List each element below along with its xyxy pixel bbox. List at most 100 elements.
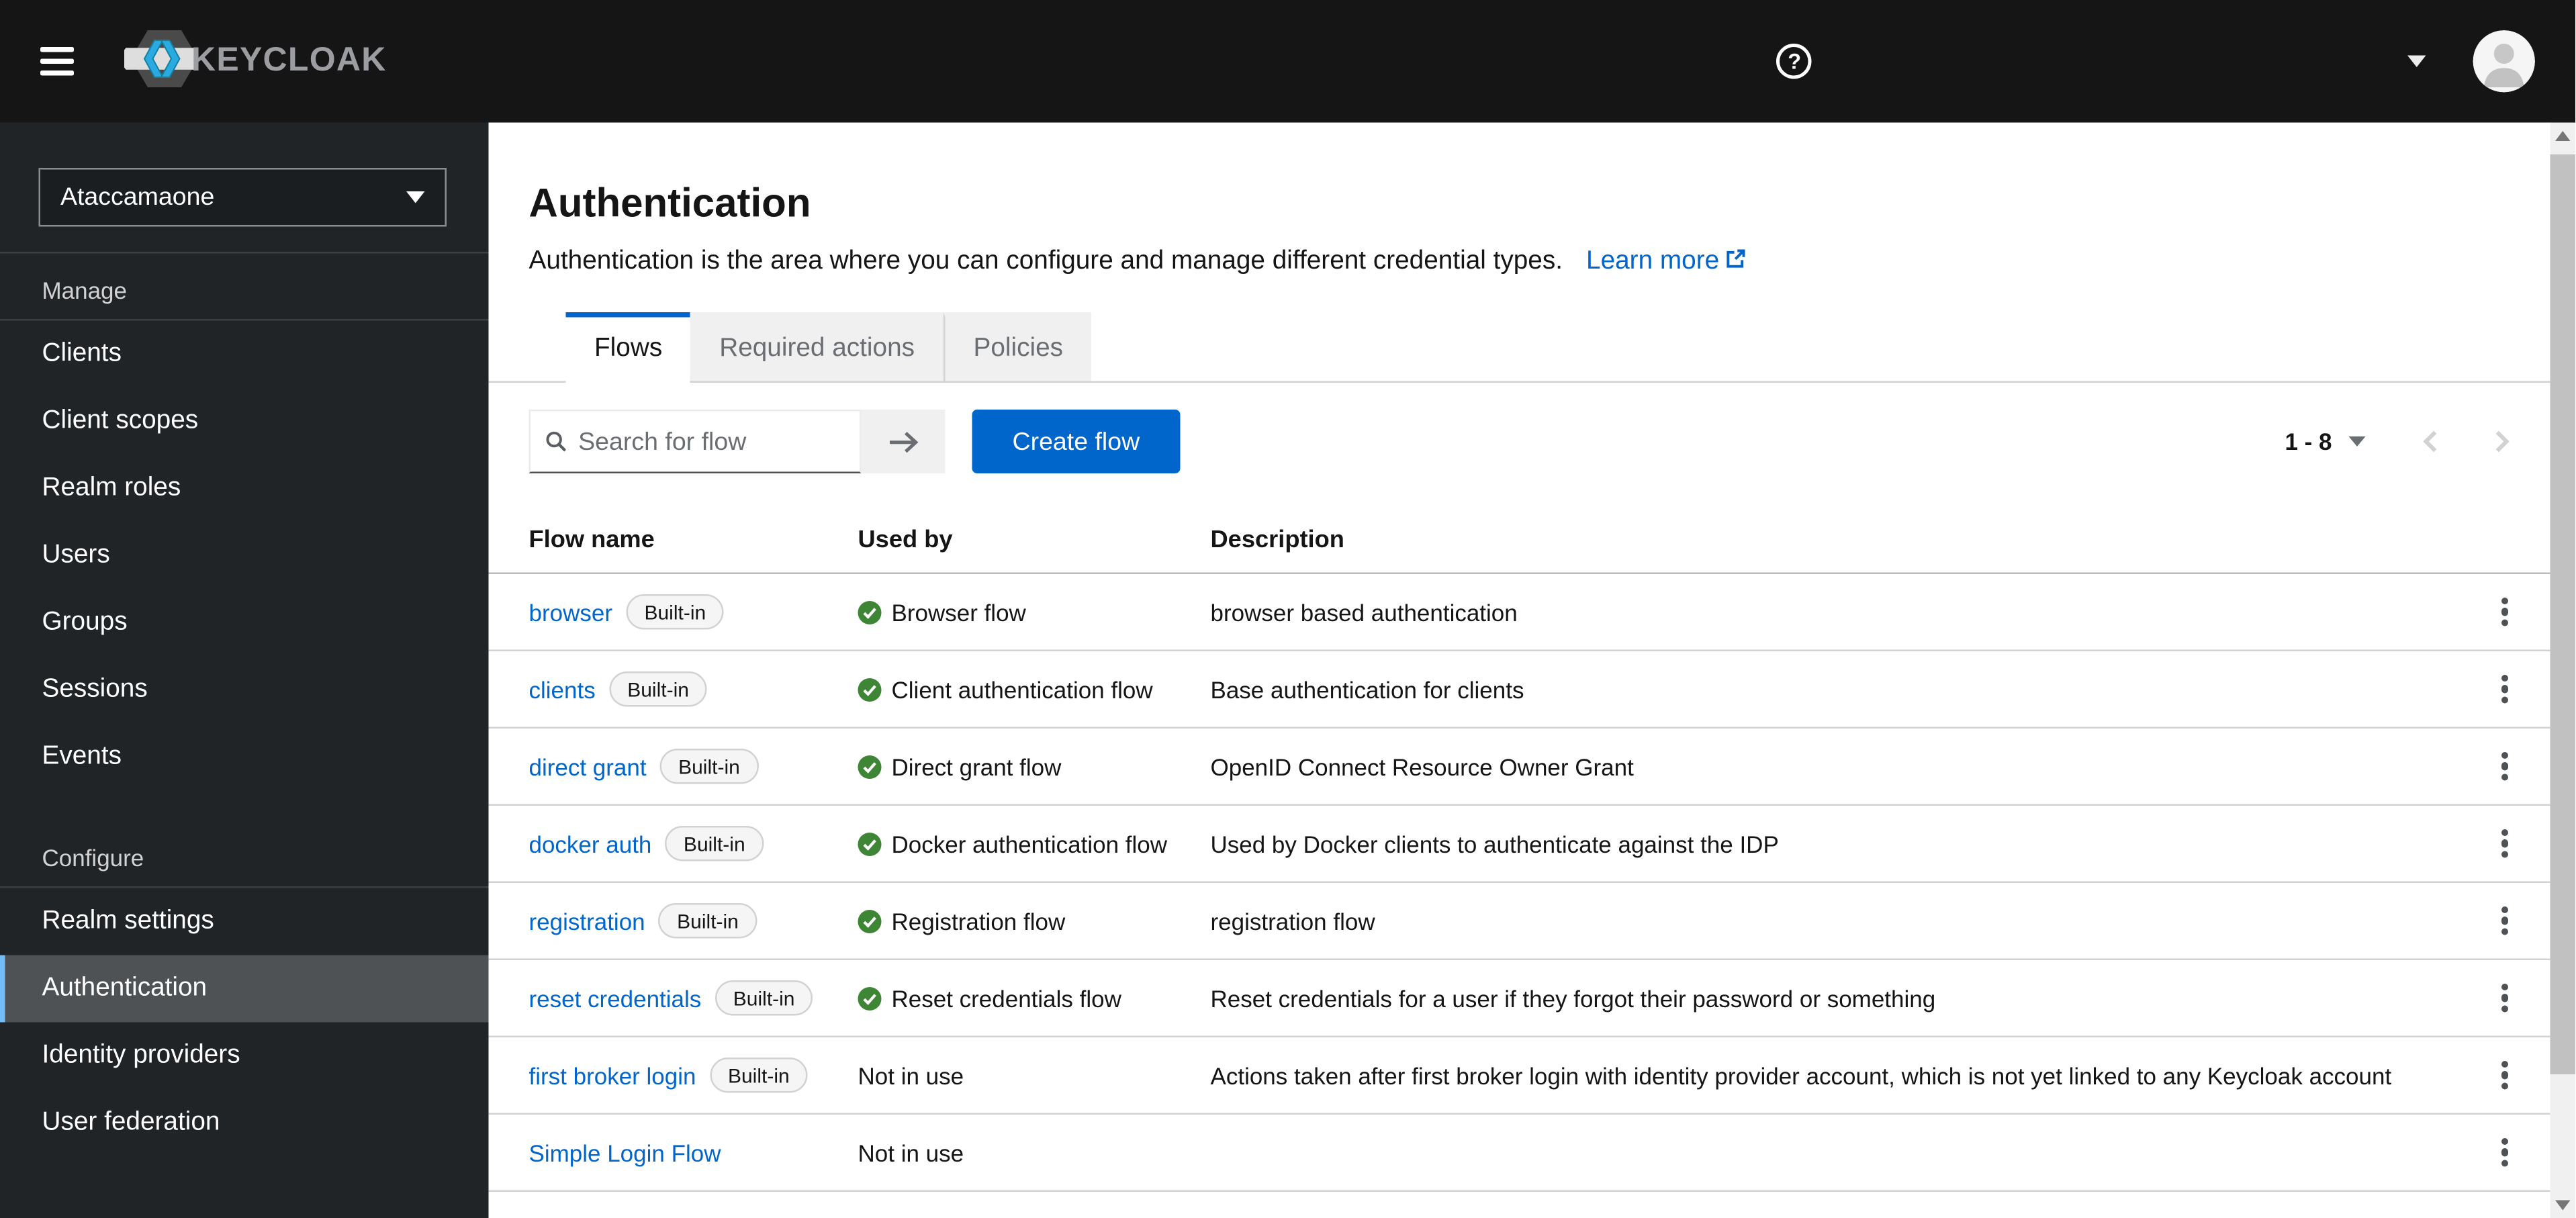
main-content: Authentication Authentication is the are…	[488, 122, 2550, 1218]
scrollbar-down-arrow[interactable]	[2550, 1191, 2576, 1218]
built-in-badge: Built-in	[665, 826, 764, 861]
keycloak-logo-icon	[124, 29, 198, 87]
cell-used-by: Reset credentials flow	[858, 984, 1211, 1011]
built-in-badge: Built-in	[659, 749, 759, 784]
check-circle-icon	[858, 754, 882, 778]
table-row: first broker login Built-in Not in use Acti…	[488, 1037, 2550, 1115]
built-in-badge: Built-in	[658, 903, 757, 939]
page-shell: Ataccamaone Manage Clients Client scopes Re…	[0, 122, 2576, 1218]
flow-link[interactable]: Simple Login Flow	[529, 1139, 721, 1166]
tab-bar: Flows Required actions Policies	[488, 312, 2550, 383]
cell-flow-name: reset credentials Built-in	[529, 980, 858, 1016]
pagination-prev-button[interactable]	[2423, 430, 2438, 453]
flow-link[interactable]: reset credentials	[529, 984, 702, 1011]
flow-link[interactable]: registration	[529, 907, 645, 934]
column-description: Description	[1210, 526, 1344, 553]
masthead: KEYCLOAK ?	[0, 0, 2576, 123]
arrow-right-icon	[890, 430, 919, 453]
sidebar-nav: Manage Clients Client scopes Realm roles Use…	[0, 254, 489, 1157]
nav-group-title-configure: Configure	[42, 844, 144, 872]
create-flow-button[interactable]: Create flow	[972, 410, 1181, 473]
flow-link[interactable]: browser	[529, 598, 612, 625]
pagination-range: 1 - 8	[2285, 428, 2332, 455]
row-kebab-menu-icon[interactable]	[2495, 590, 2515, 633]
sidebar-item-events[interactable]: Events	[0, 724, 489, 791]
check-circle-icon	[858, 677, 882, 701]
cell-description: Base authentication for clients	[1210, 675, 1524, 703]
row-kebab-menu-icon[interactable]	[2495, 976, 2515, 1019]
avatar[interactable]	[2473, 30, 2536, 93]
help-icon[interactable]: ?	[1776, 44, 1812, 79]
cell-flow-name: first broker login Built-in	[529, 1058, 858, 1093]
page-description-text: Authentication is the area where you can…	[528, 246, 1563, 276]
toolbar: Create flow 1 - 8	[489, 410, 2550, 473]
cell-flow-name: clients Built-in	[529, 671, 858, 707]
keycloak-logo: KEYCLOAK	[124, 23, 387, 100]
row-kebab-menu-icon[interactable]	[2495, 1131, 2515, 1174]
check-circle-icon	[858, 600, 882, 624]
check-circle-icon	[858, 908, 882, 933]
cell-flow-name: docker auth Built-in	[529, 826, 858, 861]
used-by-text: Browser flow	[891, 598, 1026, 626]
row-kebab-menu-icon[interactable]	[2495, 1053, 2515, 1096]
pagination-caret-icon[interactable]	[2348, 436, 2366, 447]
tab-flows[interactable]: Flows	[565, 312, 691, 383]
table-header-row: Flow name Used by Description	[488, 507, 2550, 574]
tab-required-actions[interactable]: Required actions	[690, 312, 944, 381]
pagination-next-button[interactable]	[2495, 430, 2510, 453]
scrollbar-thumb[interactable]	[2550, 154, 2576, 1074]
row-kebab-menu-icon[interactable]	[2495, 822, 2515, 865]
cell-description: Used by Docker clients to authenticate a…	[1210, 830, 1779, 857]
sidebar-item-client-scopes[interactable]: Client scopes	[0, 388, 489, 455]
external-link-icon	[1727, 249, 1745, 268]
sidebar-item-identity-providers[interactable]: Identity providers	[0, 1023, 489, 1090]
row-kebab-menu-icon[interactable]	[2495, 899, 2515, 942]
search-input[interactable]	[578, 427, 845, 456]
sidebar-item-sessions[interactable]: Sessions	[0, 657, 489, 724]
scrollbar-up-arrow[interactable]	[2550, 123, 2576, 150]
vertical-scrollbar[interactable]	[2550, 122, 2576, 1218]
page-description: Authentication is the area where you can…	[529, 247, 2510, 277]
cell-flow-name: direct grant Built-in	[529, 749, 858, 784]
cell-used-by: Browser flow	[858, 598, 1211, 625]
flow-link[interactable]: docker auth	[529, 830, 652, 857]
table-row: browser Built-in Browser flow browser based…	[488, 574, 2550, 651]
user-menu-caret-icon[interactable]	[2407, 55, 2427, 68]
sidebar-item-realm-settings[interactable]: Realm settings	[0, 888, 489, 955]
search-group	[528, 410, 946, 473]
pagination: 1 - 8	[2285, 428, 2510, 455]
cell-used-by: Client authentication flow	[858, 675, 1211, 702]
sidebar-item-clients[interactable]: Clients	[0, 321, 489, 388]
search-submit-button[interactable]	[861, 410, 946, 473]
row-kebab-menu-icon[interactable]	[2495, 745, 2515, 788]
nav-group-title-manage: Manage	[42, 277, 127, 304]
table-row: Simple Login Flow Not in use	[488, 1115, 2550, 1192]
table-row: registration Built-in Registration flow reg…	[488, 883, 2550, 960]
table-row: direct grant Built-in Direct grant flow Ope…	[488, 729, 2550, 806]
sidebar-item-authentication[interactable]: Authentication	[0, 955, 489, 1023]
realm-selector[interactable]: Ataccamaone	[38, 168, 447, 227]
used-by-text: Registration flow	[891, 907, 1066, 935]
tab-policies[interactable]: Policies	[943, 312, 1092, 381]
column-flow-name: Flow name	[528, 526, 655, 553]
check-circle-icon	[858, 831, 882, 855]
learn-more-link[interactable]: Learn more	[1586, 247, 1746, 275]
sidebar-item-groups[interactable]: Groups	[0, 590, 489, 657]
page-header: Authentication Authentication is the are…	[489, 123, 2550, 277]
row-kebab-menu-icon[interactable]	[2495, 667, 2515, 710]
used-by-text: Docker authentication flow	[891, 830, 1168, 857]
cell-description: browser based authentication	[1210, 598, 1518, 626]
flow-link[interactable]: first broker login	[529, 1062, 696, 1088]
hamburger-menu-icon[interactable]	[40, 47, 74, 76]
keycloak-admin-console: KEYCLOAK ? Ataccamaone Manage Clients Cl…	[0, 0, 2576, 1218]
page-title: Authentication	[528, 181, 811, 227]
cell-description: registration flow	[1210, 907, 1375, 935]
sidebar-item-user-federation[interactable]: User federation	[0, 1090, 489, 1157]
flow-link[interactable]: direct grant	[529, 753, 647, 780]
realm-selector-value: Ataccamaone	[60, 183, 215, 212]
flow-link[interactable]: clients	[529, 675, 596, 702]
used-by-text: Reset credentials flow	[891, 984, 1121, 1012]
sidebar-item-realm-roles[interactable]: Realm roles	[0, 455, 489, 522]
sidebar-item-users[interactable]: Users	[0, 522, 489, 590]
built-in-badge: Built-in	[608, 671, 708, 707]
